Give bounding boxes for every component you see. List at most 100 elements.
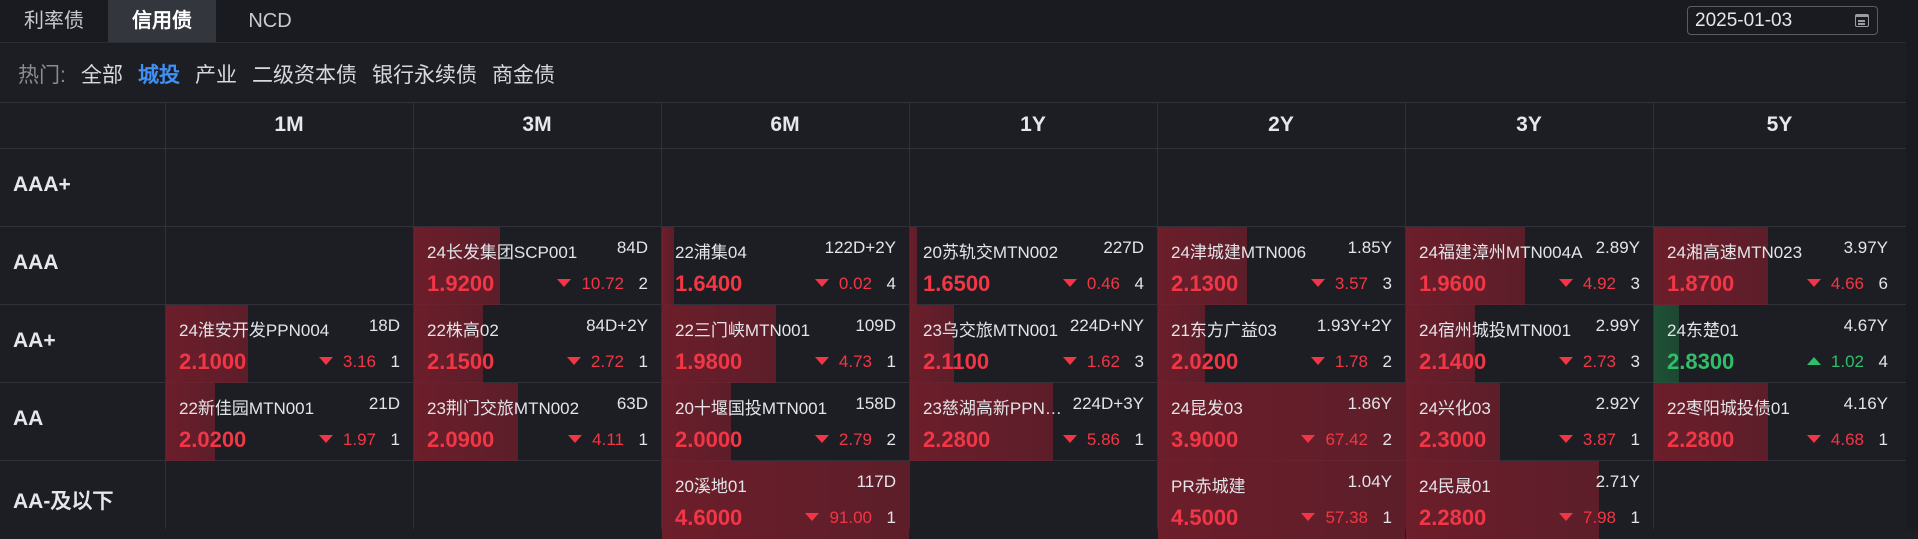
bond-count: 3 — [1630, 352, 1640, 371]
bond-cell[interactable]: 24民晟01 2.71Y 2.2800 7.98 1 — [1406, 461, 1653, 539]
calendar-icon[interactable] — [1855, 14, 1869, 27]
bond-cell[interactable]: 24湘高速MTN023 3.97Y 1.8700 4.66 6 — [1654, 227, 1901, 305]
bond-cell[interactable]: 23荆门交旅MTN002 63D 2.0900 4.11 1 — [414, 383, 661, 461]
bond-count: 3 — [1134, 352, 1144, 371]
bond-yield: 1.6500 — [923, 271, 991, 296]
bond-cell[interactable]: 24宿州城投MTN001 2.99Y 2.1400 2.73 3 — [1406, 305, 1653, 383]
bond-count: 1 — [1878, 430, 1888, 449]
bond-name: 22浦集04 — [675, 243, 747, 262]
bond-yield: 2.1300 — [1171, 271, 1239, 296]
bond-change-value: 91.00 — [829, 508, 872, 527]
bond-cell[interactable]: 24长发集团SCP001 84D 1.9200 10.72 2 — [414, 227, 661, 305]
bond-change-value: 2.79 — [838, 430, 872, 449]
filter-chengtou[interactable]: 城投 — [138, 59, 180, 89]
bond-term: 158D — [855, 394, 896, 413]
bond-change: 3.57 — [1278, 274, 1368, 294]
bond-change-value: 1.78 — [1334, 352, 1368, 371]
bond-cell[interactable]: 22新佳园MTN001 21D 2.0200 1.97 1 — [166, 383, 413, 461]
bond-name: 24长发集团SCP001 — [427, 243, 578, 262]
bond-name: 24津城建MTN006 — [1171, 243, 1307, 262]
scrollbar[interactable] — [1906, 0, 1918, 529]
bond-cell[interactable]: PR赤城建 1.04Y 4.5000 57.38 1 — [1158, 461, 1405, 539]
bond-count: 1 — [390, 352, 400, 371]
tab-ncd[interactable]: NCD — [216, 0, 324, 42]
date-picker[interactable]: 2025-01-03 — [1687, 6, 1878, 35]
filter-commercial-financial[interactable]: 商金债 — [492, 59, 555, 89]
bond-cell[interactable]: 22三门峡MTN001 109D 1.9800 4.73 1 — [662, 305, 909, 383]
column-header-3y: 3Y — [1516, 113, 1542, 136]
arrow-down-icon — [1558, 357, 1573, 365]
filter-all[interactable]: 全部 — [81, 59, 123, 89]
bond-count: 1 — [1382, 508, 1392, 527]
bond-count: 2 — [886, 430, 896, 449]
arrow-down-icon — [318, 435, 333, 443]
bond-count: 2 — [1382, 352, 1392, 371]
bond-term: 4.16Y — [1843, 394, 1888, 413]
bond-change-value: 2.72 — [590, 352, 624, 371]
bond-cell[interactable]: 24兴化03 2.92Y 2.3000 3.87 1 — [1406, 383, 1653, 461]
arrow-down-icon — [318, 357, 333, 365]
column-header-5y: 5Y — [1766, 113, 1793, 136]
filter-bar: 热门: 全部 城投 产业 二级资本债 银行永续债 商金债 — [0, 42, 1918, 102]
bond-change: 4.73 — [782, 352, 872, 372]
bond-change: 2.79 — [782, 430, 872, 450]
bond-name: 24福建漳州MTN004A — [1419, 243, 1583, 262]
bond-name: 24民晟01 — [1419, 477, 1491, 496]
bond-cell[interactable]: 20苏轨交MTN002 227D 1.6500 0.46 4 — [910, 227, 1157, 305]
bond-count: 4 — [886, 274, 896, 293]
bond-change-value: 0.46 — [1086, 274, 1120, 293]
bond-term: 4.67Y — [1843, 316, 1888, 335]
bond-cell[interactable]: 20十堰国投MTN001 158D 2.0000 2.79 2 — [662, 383, 909, 461]
bond-count: 1 — [886, 352, 896, 371]
bond-change: 3.87 — [1526, 430, 1616, 450]
bond-count: 1 — [1630, 430, 1640, 449]
arrow-down-icon — [1062, 357, 1077, 365]
bond-change-value: 4.68 — [1830, 430, 1864, 449]
bond-yield: 1.9600 — [1419, 271, 1487, 296]
bond-cell[interactable]: 24东楚01 4.67Y 2.8300 1.02 4 — [1654, 305, 1901, 383]
bond-change-value: 4.92 — [1582, 274, 1616, 293]
bond-name: 24昆发03 — [1171, 399, 1243, 418]
bond-term: 1.85Y — [1347, 238, 1392, 257]
bond-change: 3.16 — [286, 352, 376, 372]
bond-yield: 4.5000 — [1171, 505, 1239, 530]
column-header-6m: 6M — [770, 113, 800, 136]
bond-cell[interactable]: 24津城建MTN006 1.85Y 2.1300 3.57 3 — [1158, 227, 1405, 305]
heat-bar — [910, 227, 918, 305]
bond-yield: 2.2800 — [1419, 505, 1487, 530]
bond-change-value: 7.98 — [1582, 508, 1616, 527]
bond-cell[interactable]: 21东方广益03 1.93Y+2Y 2.0200 1.78 2 — [1158, 305, 1405, 383]
bond-cell[interactable]: 24淮安开发PPN004 18D 2.1000 3.16 1 — [166, 305, 413, 383]
arrow-down-icon — [1301, 513, 1316, 521]
bond-cell[interactable]: 22浦集04 122D+2Y 1.6400 0.02 4 — [662, 227, 909, 305]
bond-term: 2.71Y — [1595, 472, 1640, 491]
bond-name: 22新佳园MTN001 — [179, 399, 315, 418]
arrow-down-icon — [814, 357, 829, 365]
bond-cell[interactable]: 24福建漳州MTN004A 2.89Y 1.9600 4.92 3 — [1406, 227, 1653, 305]
bond-yield: 1.9200 — [427, 271, 495, 296]
bond-cell[interactable]: 23慈湖高新PPN… 224D+3Y 2.2800 5.86 1 — [910, 383, 1157, 461]
tab-rate-bonds[interactable]: 利率债 — [0, 0, 108, 42]
bond-name: 20苏轨交MTN002 — [923, 243, 1059, 262]
filter-industry[interactable]: 产业 — [195, 59, 237, 89]
bond-name: 20溪地01 — [675, 477, 747, 496]
bond-change: 1.78 — [1278, 352, 1368, 372]
bond-term: 63D — [616, 394, 648, 413]
bond-name: 22三门峡MTN001 — [675, 321, 811, 340]
tab-credit-bonds[interactable]: 信用债 — [108, 0, 216, 42]
bond-cell[interactable]: 23乌交旅MTN001 224D+NY 2.1100 1.62 3 — [910, 305, 1157, 383]
bond-cell[interactable]: 20溪地01 117D 4.6000 91.00 1 — [662, 461, 909, 539]
bond-cell[interactable]: 24昆发03 1.86Y 3.9000 67.42 2 — [1158, 383, 1405, 461]
bond-term: 2.92Y — [1595, 394, 1640, 413]
bond-term: 1.93Y+2Y — [1316, 316, 1392, 335]
bond-change-value: 4.66 — [1830, 274, 1864, 293]
bond-cell[interactable]: 22枣阳城投债01 4.16Y 2.2800 4.68 1 — [1654, 383, 1901, 461]
bond-cell[interactable]: 22株高02 84D+2Y 2.1500 2.72 1 — [414, 305, 661, 383]
bond-change-value: 5.86 — [1086, 430, 1120, 449]
row-header-aa-minus-below: AA-及以下 — [13, 490, 114, 513]
filter-tier2-capital[interactable]: 二级资本债 — [252, 59, 357, 89]
grid-line — [0, 148, 1918, 149]
arrow-down-icon — [1310, 357, 1325, 365]
filter-bank-perpetual[interactable]: 银行永续债 — [372, 59, 477, 89]
bond-term: 2.99Y — [1595, 316, 1640, 335]
